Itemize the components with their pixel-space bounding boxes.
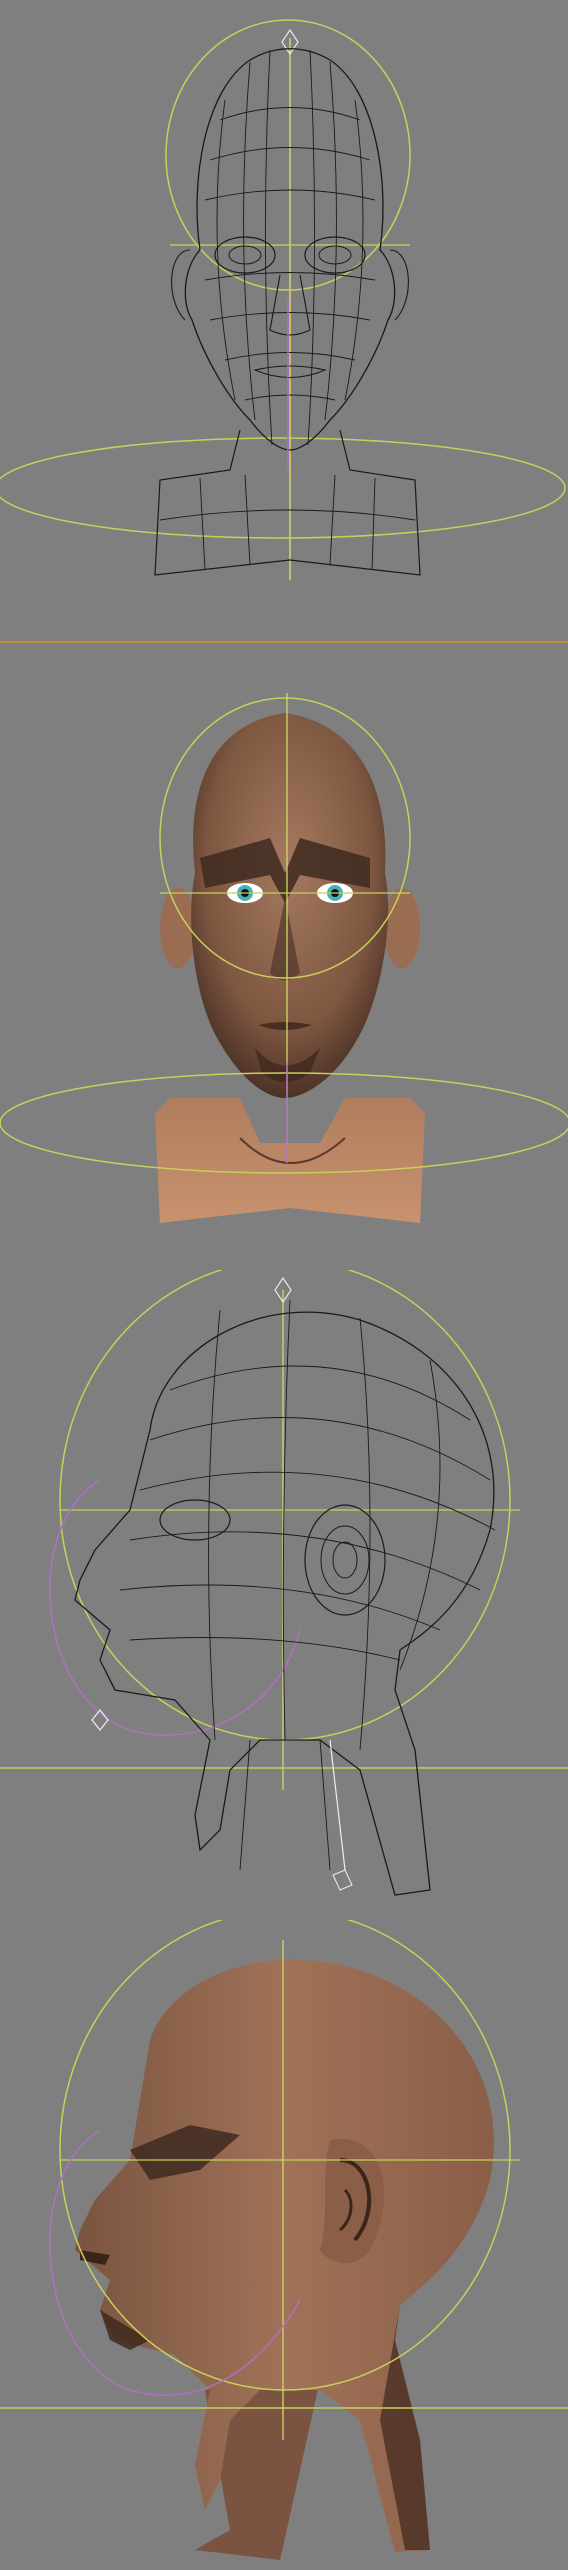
viewport-front-wireframe[interactable] [0,0,568,640]
side-wireframe-canvas [0,1270,568,1896]
shoulders-shape [155,1098,425,1223]
neck-control-ring [0,437,566,539]
left-eye-wire [214,236,276,274]
jaw-control-arc [49,1479,301,1736]
right-eye-wire [304,236,366,274]
ear-wire [304,1504,386,1616]
front-shaded-canvas [0,693,568,1223]
viewport-side-shaded[interactable] [0,1920,568,2570]
side-shaded-canvas [0,1920,568,2560]
head-shape [191,713,389,1098]
head-wire-profile [74,1311,495,1896]
head-control-circle [165,19,411,291]
viewport-side-wireframe[interactable] [0,1270,568,1920]
eye-wire [159,1499,231,1541]
viewport-front-shaded[interactable] [0,643,568,1270]
right-ear [384,888,420,968]
front-wireframe-canvas [0,19,566,580]
left-ear [160,888,196,968]
